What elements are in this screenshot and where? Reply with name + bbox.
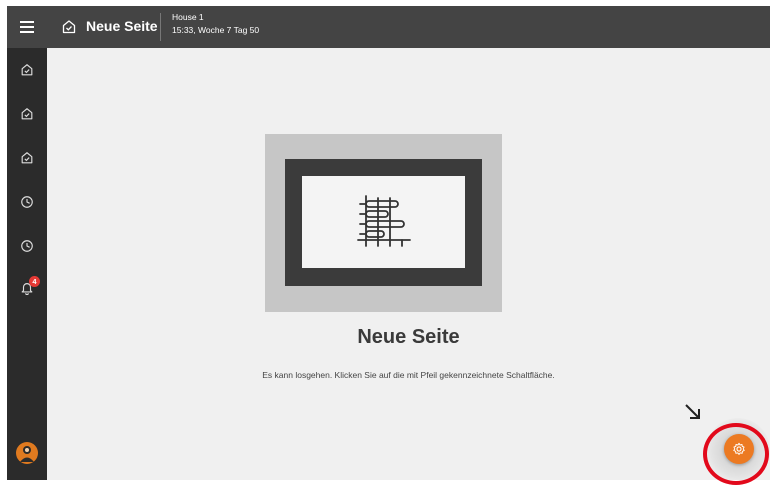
illustration-frame: [285, 159, 482, 286]
top-bar: Neue Seite House 1 15:33, Woche 7 Tag 50: [7, 6, 770, 48]
sidebar-item-page-1[interactable]: [7, 52, 47, 88]
sidebar-item-clock-1[interactable]: [7, 184, 47, 220]
app-window: Neue Seite House 1 15:33, Woche 7 Tag 50: [7, 6, 770, 480]
sidebar-item-page-2[interactable]: [7, 96, 47, 132]
chart-icon: [356, 195, 411, 247]
empty-state-subtitle: Es kann losgehen. Klicken Sie auf die mi…: [262, 370, 555, 380]
sidebar-item-notifications[interactable]: 4: [7, 270, 47, 306]
main-content: Neue Seite Es kann losgehen. Klicken Sie…: [47, 48, 770, 480]
empty-state-title: Neue Seite: [357, 326, 460, 348]
page-icon: [62, 20, 76, 34]
page-title: Neue Seite: [86, 18, 158, 34]
avatar-icon: [20, 446, 34, 462]
house-label: House 1: [172, 12, 204, 22]
hamburger-icon: [20, 21, 34, 33]
page-icon: [21, 152, 33, 164]
clock-icon: [21, 240, 33, 252]
page-icon: [21, 108, 33, 120]
menu-button[interactable]: [7, 6, 47, 48]
sidebar: 4: [7, 48, 47, 480]
notification-badge: 4: [29, 276, 40, 287]
avatar[interactable]: [16, 442, 38, 464]
page-icon: [21, 64, 33, 76]
arrow-down-right-icon: [685, 404, 700, 419]
clock-icon: [21, 196, 33, 208]
illustration-screen: [302, 176, 465, 268]
empty-state-illustration: [265, 134, 502, 312]
divider: [160, 13, 161, 41]
highlight-circle: [703, 423, 769, 485]
sidebar-item-page-3[interactable]: [7, 140, 47, 176]
time-label: 15:33, Woche 7 Tag 50: [172, 25, 260, 35]
sidebar-item-clock-2[interactable]: [7, 228, 47, 264]
